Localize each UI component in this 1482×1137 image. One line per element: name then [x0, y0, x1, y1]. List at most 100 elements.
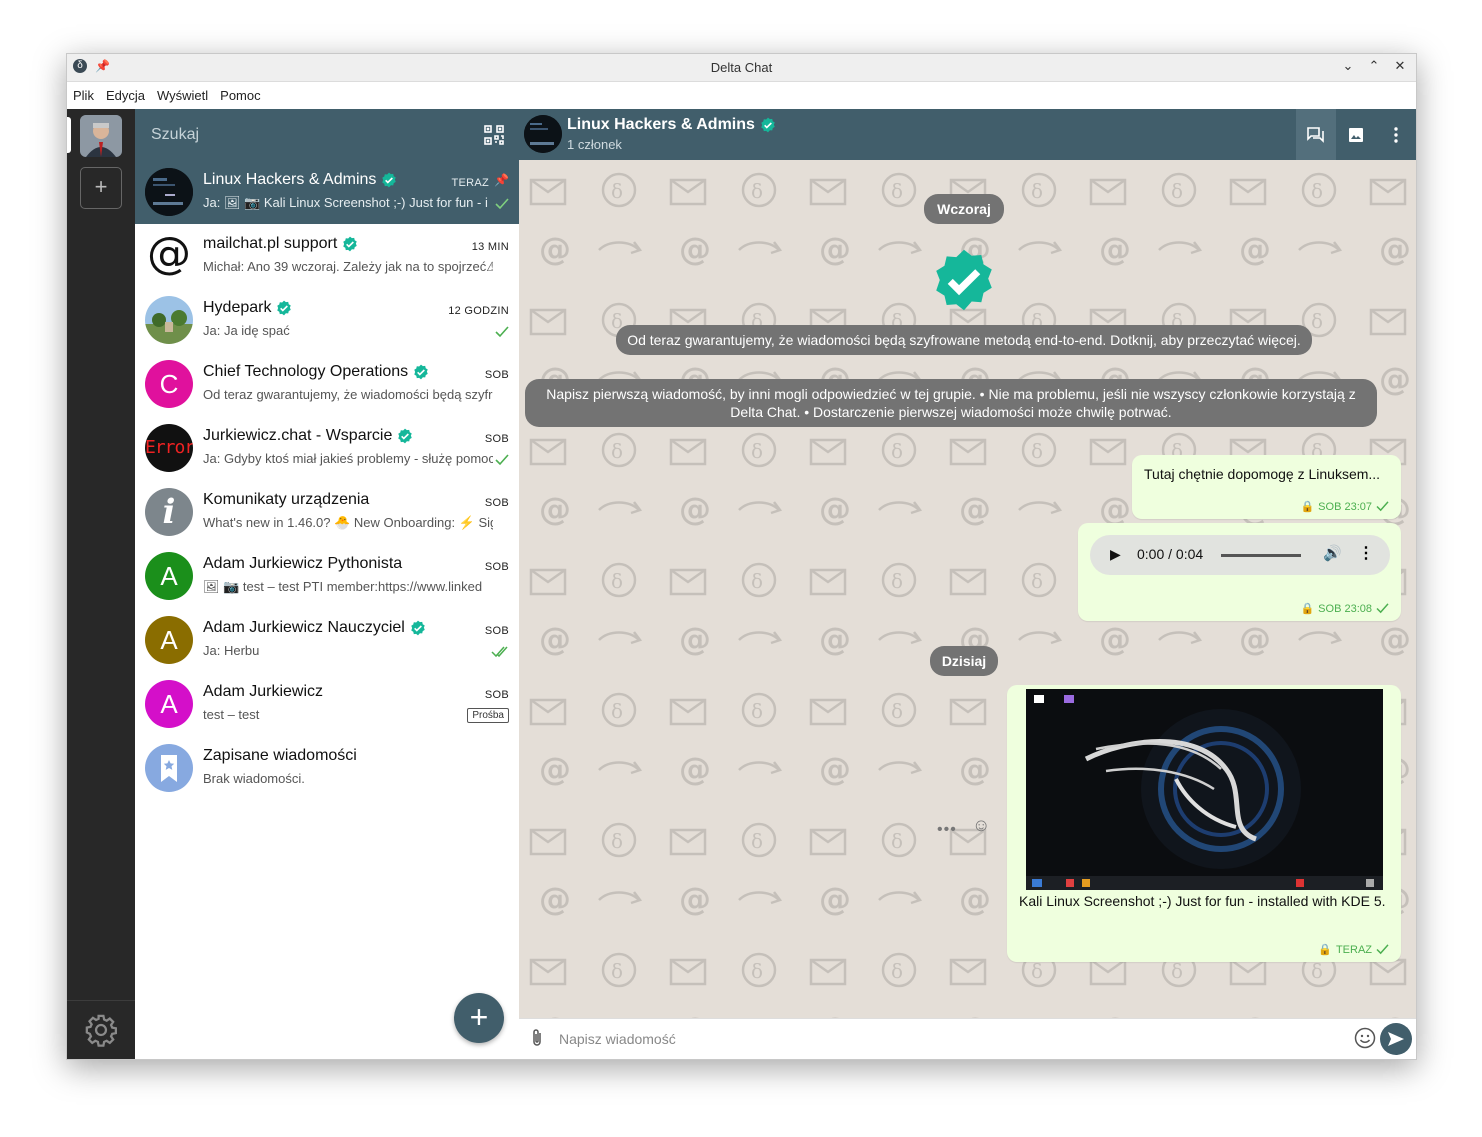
- chat-time: SOB: [484, 497, 509, 509]
- chat-avatar: C: [145, 360, 193, 408]
- chat-time: TERAZ: [451, 177, 489, 189]
- chat-name: Adam Jurkiewicz Pythonista: [203, 555, 403, 572]
- chat-item-mailchat-support[interactable]: @ mailchat.pl support 13 MIN Michał: Ano…: [135, 224, 519, 288]
- chat-header[interactable]: Linux Hackers & Admins 1 członek: [519, 109, 1416, 160]
- date-separator: Dzisiaj: [930, 646, 998, 676]
- chat-preview: Ja: Gdyby ktoś miał jakieś problemy - sł…: [203, 451, 493, 466]
- menu-plik[interactable]: Plik: [73, 88, 94, 103]
- verified-icon: [761, 117, 775, 133]
- message-text: Tutaj chętnie dopomogę z Linuksem...: [1144, 466, 1381, 482]
- message-more-icon[interactable]: •••: [937, 821, 957, 839]
- chat-item-adam-nauczyciel[interactable]: A Adam Jurkiewicz Nauczyciel SOB Ja: Her…: [135, 608, 519, 672]
- emoji-icon[interactable]: [1354, 1027, 1376, 1054]
- chat-item-chief-technology[interactable]: C Chief Technology Operations SOB Od ter…: [135, 352, 519, 416]
- chat-view: Linux Hackers & Admins 1 członek Wczoraj…: [519, 109, 1416, 1059]
- chat-item-device-messages[interactable]: i Komunikaty urządzenia SOB What's new i…: [135, 480, 519, 544]
- sent-check-icon: [1376, 501, 1389, 512]
- chat-time: SOB: [484, 689, 509, 701]
- minimize-icon[interactable]: ⌄: [1342, 58, 1354, 74]
- settings-button[interactable]: [67, 1000, 135, 1059]
- date-separator: Wczoraj: [924, 194, 1004, 224]
- message-input[interactable]: [557, 1027, 1341, 1051]
- chat-name: Hydepark: [203, 299, 292, 317]
- menu-wyswietl[interactable]: Wyświetl: [157, 88, 208, 103]
- verified-icon: [411, 620, 425, 636]
- verified-icon: [398, 428, 413, 444]
- chat-time: SOB: [484, 561, 509, 573]
- chat-time: SOB: [484, 433, 509, 445]
- chat-item-saved-messages[interactable]: Zapisane wiadomości Brak wiadomości.: [135, 736, 519, 800]
- chat-preview: What's new in 1.46.0? 🐣 New Onboarding: …: [203, 515, 493, 530]
- chat-item-adam-pythonista[interactable]: A Adam Jurkiewicz Pythonista SOB 🖼 📷 tes…: [135, 544, 519, 608]
- maximize-icon[interactable]: ⌃: [1368, 58, 1380, 74]
- qr-code-icon: [484, 125, 504, 145]
- add-reaction-icon[interactable]: ☺: [972, 815, 990, 836]
- qr-code-button[interactable]: [484, 125, 504, 150]
- message-composer: [519, 1018, 1416, 1059]
- audio-player[interactable]: ▶ 0:00 / 0:04 🔊 ⋮: [1090, 535, 1390, 575]
- message-meta: 🔒 SOB 23:07: [1300, 500, 1389, 513]
- menu-edycja[interactable]: Edycja: [106, 88, 145, 103]
- group-member-count: 1 członek: [567, 137, 622, 152]
- play-icon[interactable]: ▶: [1110, 546, 1121, 563]
- chat-item-adam-jurkiewicz[interactable]: A Adam Jurkiewicz SOB test – test Prośba: [135, 672, 519, 736]
- chat-item-jurkiewicz-wsparcie[interactable]: Error Jurkiewicz.chat - Wsparcie SOB Ja:…: [135, 416, 519, 480]
- more-menu-button[interactable]: [1376, 109, 1416, 160]
- chat-view-button[interactable]: [1296, 109, 1336, 160]
- message-bubble-outgoing-image[interactable]: Kali Linux Screenshot ;-) Just for fun -…: [1007, 685, 1401, 962]
- chat-preview: test – test: [203, 707, 260, 722]
- sent-check-icon: [495, 197, 509, 215]
- chat-time: SOB: [484, 625, 509, 637]
- chat-avatar: [145, 744, 193, 792]
- chat-item-hydepark[interactable]: Hydepark 12 GODZIN Ja: Ja idę spać: [135, 288, 519, 352]
- message-bubble-outgoing[interactable]: Tutaj chętnie dopomogę z Linuksem... 🔒 SO…: [1132, 455, 1401, 519]
- chat-preview: Michał: Ano 39 wczoraj. Zależy jak na to…: [203, 259, 493, 274]
- chat-avatar: [145, 296, 193, 344]
- attachment-icon[interactable]: [531, 1028, 543, 1053]
- lock-icon: 🔒: [1300, 501, 1315, 513]
- verified-icon: [343, 236, 358, 252]
- request-badge: Prośba: [467, 708, 509, 723]
- chat-preview: Brak wiadomości.: [203, 771, 305, 786]
- accounts-sidebar: +: [67, 109, 135, 1059]
- chat-name: Adam Jurkiewicz: [203, 683, 324, 700]
- chat-avatar: A: [145, 616, 193, 664]
- chat-name: Komunikaty urządzenia: [203, 491, 370, 508]
- chat-time: 13 MIN: [471, 241, 509, 253]
- image-attachment[interactable]: [1026, 689, 1383, 890]
- close-icon[interactable]: ✕: [1394, 58, 1406, 74]
- sent-check-icon: [1376, 944, 1389, 955]
- window-title: Delta Chat: [710, 60, 773, 75]
- pin-icon: 📌: [494, 173, 509, 187]
- lock-icon: 🔒: [1300, 603, 1315, 615]
- vertical-dots-icon: [1394, 126, 1398, 143]
- read-check-icon: [491, 645, 509, 663]
- chat-time: SOB: [484, 369, 509, 381]
- chat-name: Linux Hackers & Admins: [203, 171, 397, 189]
- chat-item-linux-hackers[interactable]: Linux Hackers & Admins TERAZ 📌 Ja: 🖼 📷 K…: [135, 160, 519, 224]
- add-account-button[interactable]: +: [80, 167, 122, 209]
- image-caption: Kali Linux Screenshot ;-) Just for fun -…: [1019, 893, 1386, 909]
- chat-avatar: Error: [145, 424, 193, 472]
- media-gallery-button[interactable]: [1336, 109, 1376, 160]
- chat-list-panel: Linux Hackers & Admins TERAZ 📌 Ja: 🖼 📷 K…: [135, 109, 520, 1059]
- message-meta: 🔒 SOB 23:08: [1300, 602, 1389, 615]
- send-button[interactable]: [1380, 1023, 1412, 1055]
- chat-preview: 🖼 📷 test – test PTI member:https://www.l…: [203, 579, 483, 594]
- audio-time: 0:00 / 0:04: [1137, 546, 1204, 562]
- send-icon: [1388, 1032, 1404, 1046]
- menu-pomoc[interactable]: Pomoc: [220, 88, 260, 103]
- audio-more-icon[interactable]: ⋮: [1358, 543, 1374, 563]
- volume-icon[interactable]: 🔊: [1323, 544, 1342, 562]
- audio-progress-track[interactable]: [1221, 554, 1301, 557]
- chat-avatar: A: [145, 680, 193, 728]
- account-avatar[interactable]: [80, 115, 122, 157]
- chat-preview: Ja: 🖼 📷 Kali Linux Screenshot ;-) Just f…: [203, 195, 488, 210]
- chat-avatar: @: [145, 232, 193, 280]
- title-bar: δ 📌 Delta Chat ⌄ ⌃ ✕: [67, 54, 1416, 82]
- e2e-notice[interactable]: Od teraz gwarantujemy, że wiadomości będ…: [616, 325, 1312, 355]
- new-chat-button[interactable]: +: [454, 993, 504, 1043]
- bookmark-star-icon: [161, 755, 177, 782]
- sent-check-icon: [1376, 603, 1389, 614]
- search-input[interactable]: [149, 121, 453, 149]
